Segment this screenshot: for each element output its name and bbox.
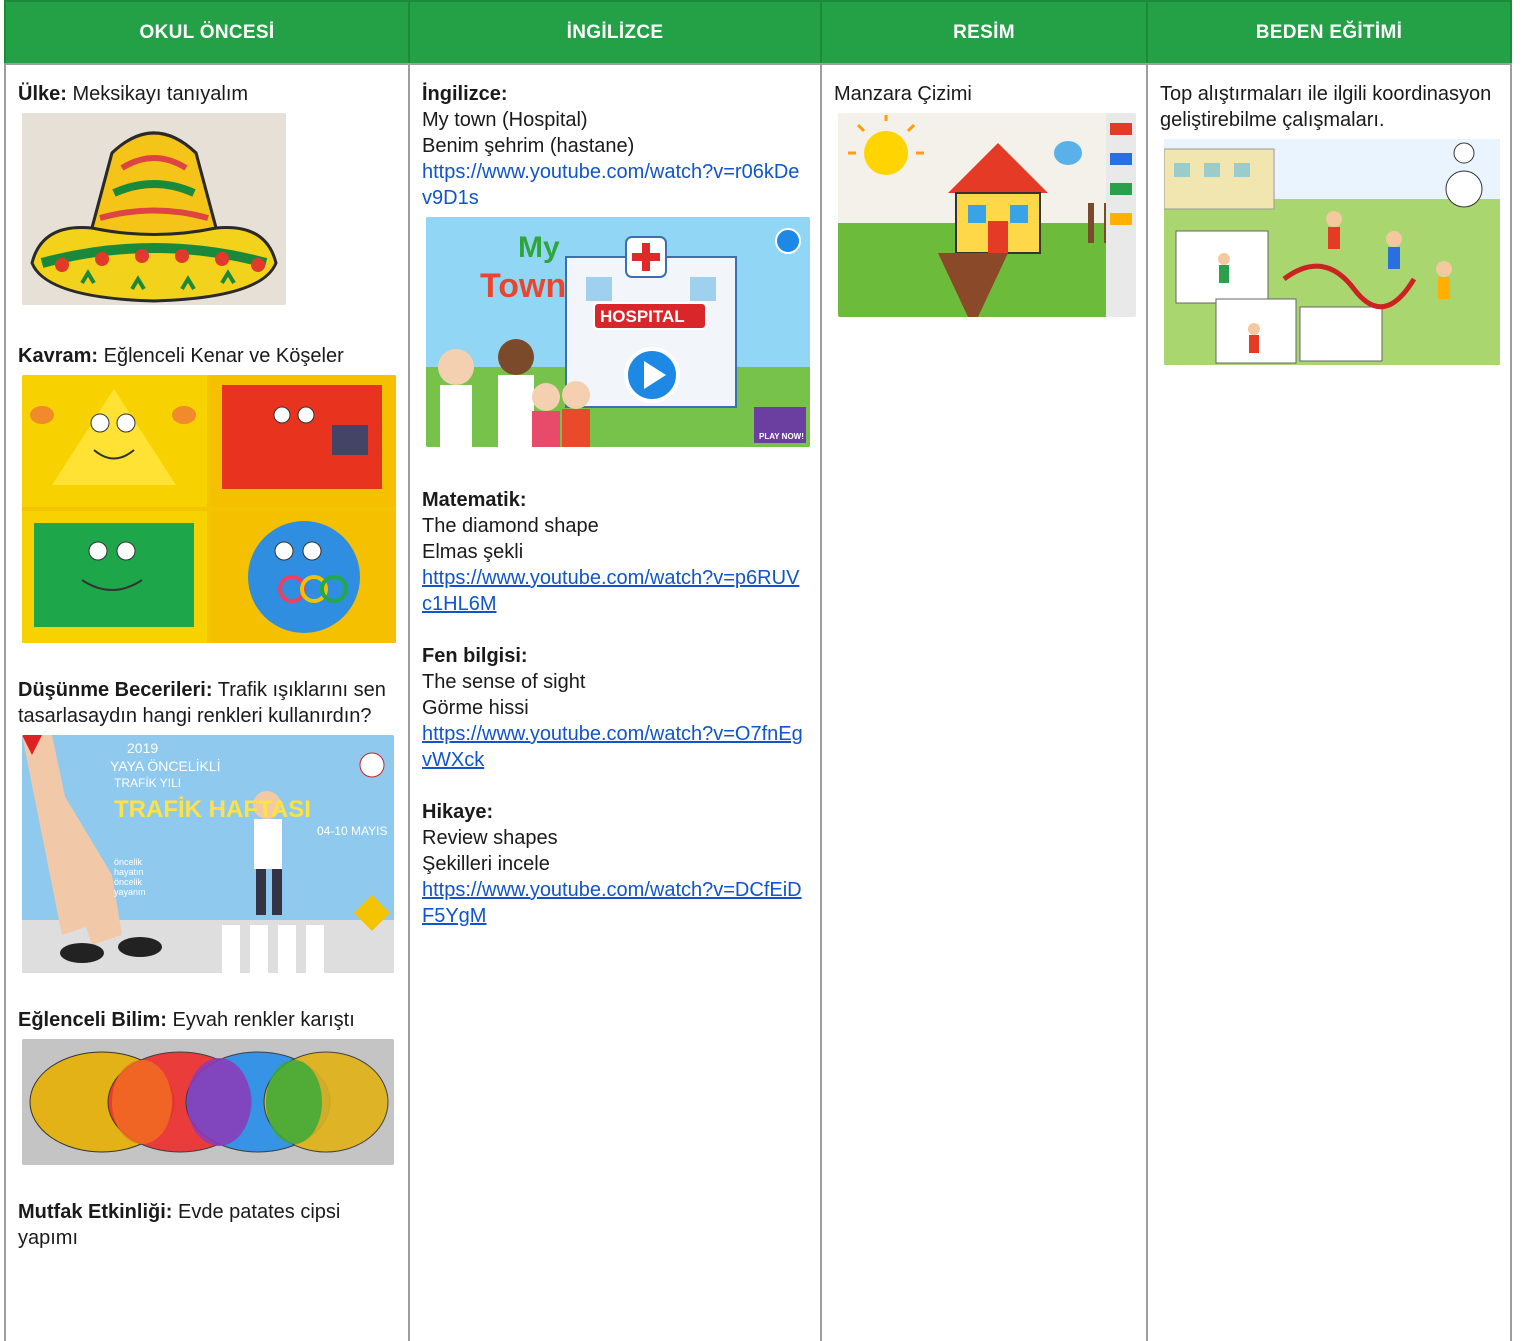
- header-resim: RESİM: [820, 0, 1148, 65]
- resim-text: Manzara Çizimi: [834, 83, 972, 105]
- color-mixing-image: [22, 1039, 394, 1165]
- matematik-line1: The diamond shape: [422, 515, 599, 537]
- traffic-year: 2019: [127, 740, 158, 756]
- hospital-my: My: [518, 231, 560, 264]
- header-beden-egitimi: BEDEN EĞİTİMİ: [1146, 0, 1512, 65]
- traffic-big: TRAFİK HAFTASI: [114, 796, 311, 823]
- ingilizce-label: İngilizce:: [422, 83, 508, 105]
- my-town-hospital-image: HOSPITAL My Town PLAY NOW!: [426, 217, 810, 447]
- hikaye-line2: Şekilleri incele: [422, 853, 550, 875]
- traffic-week-poster: 2019 YAYA ÖNCELİKLİ TRAFİK YILI TRAFİK H…: [22, 735, 394, 973]
- kavram-block: Kavram: Eğlenceli Kenar ve Köşeler: [18, 343, 396, 643]
- ulke-text: Meksikayı tanıyalım: [72, 83, 249, 105]
- matematik-youtube-link[interactable]: https://www.youtube.com/watch?v=p6RUVc1H…: [422, 565, 808, 617]
- landscape-drawing-image: [838, 113, 1136, 317]
- traffic-dates: 04-10 MAYIS: [317, 824, 387, 838]
- matematik-label: Matematik:: [422, 489, 527, 511]
- hikaye-label: Hikaye:: [422, 801, 494, 823]
- matematik-block: Matematik: The diamond shape Elmas şekli…: [422, 487, 808, 617]
- traffic-slogan1: öncelik: [114, 857, 143, 867]
- traffic-slogan4: yayanın: [114, 887, 146, 897]
- bilim-label: Eğlenceli Bilim:: [18, 1009, 167, 1031]
- traffic-line1: YAYA ÖNCELİKLİ: [110, 757, 221, 774]
- ingilizce-block: İngilizce: My town (Hospital) Benim şehr…: [422, 81, 810, 447]
- schedule-table: OKUL ÖNCESİ İNGİLİZCE RESİM BEDEN EĞİTİM…: [4, 0, 1512, 1341]
- dusunme-label: Düşünme Becerileri:: [18, 679, 213, 701]
- beden-text: Top alıştırmaları ile ilgili koordinasyo…: [1160, 83, 1492, 131]
- traffic-slogan3: öncelik: [114, 877, 143, 887]
- cell-beden-egitimi: Top alıştırmaları ile ilgili koordinasyo…: [1146, 64, 1512, 1341]
- ingilizce-line2: Benim şehrim (hastane): [422, 135, 635, 157]
- fen-line1: The sense of sight: [422, 671, 586, 693]
- beden-block: Top alıştırmaları ile ilgili koordinasyo…: [1160, 81, 1500, 365]
- ulke-block: Ülke: Meksikayı tanıyalım: [18, 81, 396, 305]
- header-okul-oncesi: OKUL ÖNCESİ: [4, 0, 410, 65]
- fen-label: Fen bilgisi:: [422, 645, 528, 667]
- cell-resim: Manzara Çizimi: [820, 64, 1148, 1341]
- kavram-label: Kavram:: [18, 345, 99, 367]
- header-row: OKUL ÖNCESİ İNGİLİZCE RESİM BEDEN EĞİTİM…: [4, 0, 1512, 65]
- sombrero-image: [22, 113, 286, 305]
- cell-okul-oncesi: Ülke: Meksikayı tanıyalım Kavram: Eğlenc…: [4, 64, 410, 1341]
- bilim-text: Eyvah renkler karıştı: [172, 1009, 355, 1031]
- dusunme-block: Düşünme Becerileri: Trafik ışıklarını se…: [18, 677, 396, 973]
- fen-youtube-link[interactable]: https://www.youtube.com/watch?v=O7fnEgvW…: [422, 721, 808, 773]
- mutfak-label: Mutfak Etkinliği:: [18, 1201, 173, 1223]
- resim-block: Manzara Çizimi: [834, 81, 1136, 317]
- traffic-line2: TRAFİK YILI: [114, 776, 181, 790]
- ingilizce-line1: My town (Hospital): [422, 109, 588, 131]
- matematik-line2: Elmas şekli: [422, 541, 524, 563]
- hikaye-youtube-link[interactable]: https://www.youtube.com/watch?v=DCfEiDF5…: [422, 877, 808, 929]
- mutfak-block: Mutfak Etkinliği: Evde patates cipsi yap…: [18, 1199, 396, 1251]
- ball-exercise-image: [1164, 139, 1500, 365]
- content-row: Ülke: Meksikayı tanıyalım Kavram: Eğlenc…: [4, 64, 1512, 1341]
- ulke-label: Ülke:: [18, 83, 67, 105]
- fen-block: Fen bilgisi: The sense of sight Görme hi…: [422, 643, 808, 773]
- hospital-town: Town: [480, 267, 566, 305]
- ingilizce-youtube-link[interactable]: https://www.youtube.com/watch?v=r06kDev9…: [422, 159, 808, 211]
- bilim-block: Eğlenceli Bilim: Eyvah renkler karıştı: [18, 1007, 396, 1165]
- traffic-slogan2: hayatın: [114, 867, 144, 877]
- fen-line2: Görme hissi: [422, 697, 529, 719]
- shapes-craft-image: [22, 375, 396, 643]
- hikaye-line1: Review shapes: [422, 827, 558, 849]
- hospital-play: PLAY NOW!: [759, 432, 804, 441]
- hospital-sign: HOSPITAL: [600, 307, 685, 326]
- header-ingilizce: İNGİLİZCE: [408, 0, 822, 65]
- kavram-text: Eğlenceli Kenar ve Köşeler: [103, 345, 344, 367]
- hikaye-block: Hikaye: Review shapes Şekilleri incele h…: [422, 799, 808, 929]
- cell-ingilizce: İngilizce: My town (Hospital) Benim şehr…: [408, 64, 822, 1341]
